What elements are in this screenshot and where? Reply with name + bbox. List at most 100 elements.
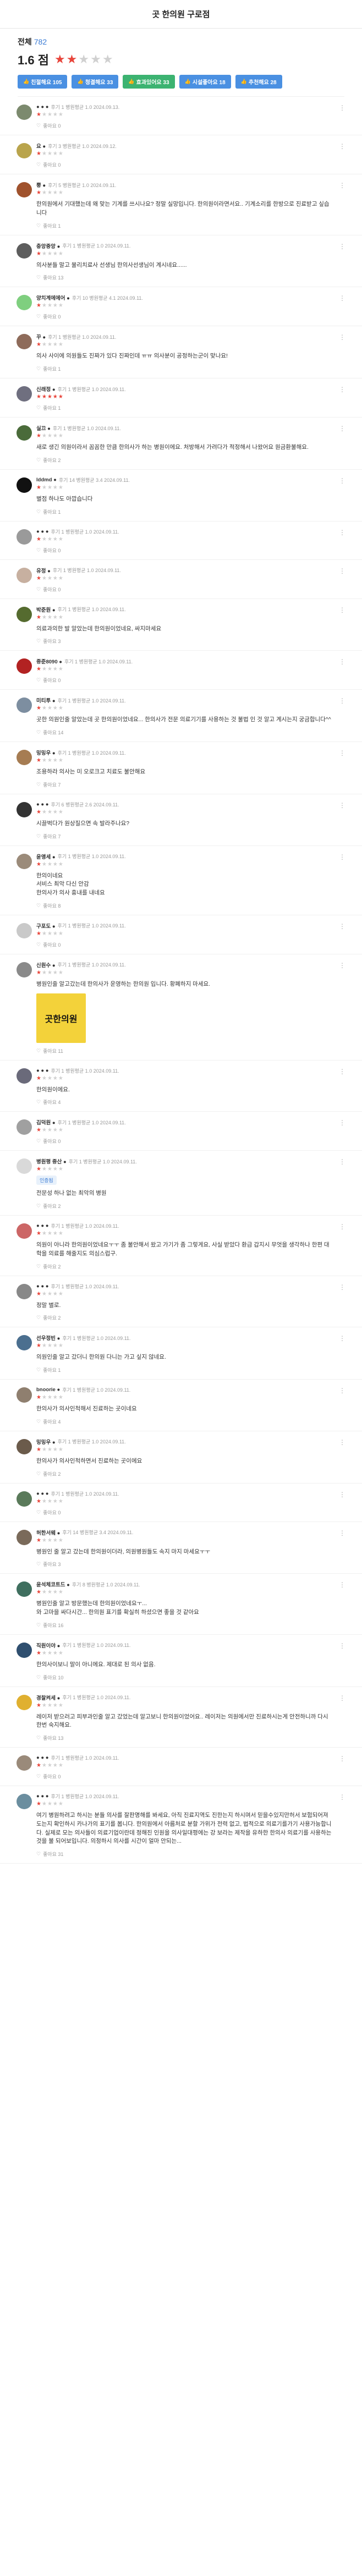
more-options-icon[interactable]: ⋮ xyxy=(339,1335,345,1342)
reviewer-name[interactable]: 실끄 ● xyxy=(36,424,51,432)
like-button[interactable]: ♡ 좋아요 0 xyxy=(36,1509,332,1516)
like-button[interactable]: ♡ 좋아요 7 xyxy=(36,833,332,840)
reviewer-name[interactable]: 뿡 ● xyxy=(36,181,46,189)
like-button[interactable]: ♡ 좋아요 2 xyxy=(36,457,332,464)
more-options-icon[interactable]: ⋮ xyxy=(339,1695,345,1701)
like-button[interactable]: ♡ 좋아요 0 xyxy=(36,122,332,129)
avatar[interactable] xyxy=(17,922,32,938)
more-options-icon[interactable]: ⋮ xyxy=(339,1119,345,1126)
avatar[interactable] xyxy=(17,1387,32,1403)
filter-chip[interactable]: 👍 청결해요 33 xyxy=(72,75,119,89)
like-button[interactable]: ♡ 좋아요 1 xyxy=(36,222,332,229)
more-options-icon[interactable]: ⋮ xyxy=(339,1068,345,1075)
like-button[interactable]: ♡ 좋아요 1 xyxy=(36,1366,332,1374)
avatar[interactable] xyxy=(17,1119,32,1135)
reviewer-name[interactable]: 꾸 ● xyxy=(36,333,46,340)
reviewer-name[interactable]: ● ● ● xyxy=(36,1755,49,1761)
more-options-icon[interactable]: ⋮ xyxy=(339,334,345,340)
like-button[interactable]: ♡ 좋아요 13 xyxy=(36,1734,332,1742)
like-button[interactable]: ♡ 좋아요 10 xyxy=(36,1674,332,1681)
more-options-icon[interactable]: ⋮ xyxy=(339,1158,345,1165)
like-button[interactable]: ♡ 좋아요 7 xyxy=(36,781,332,788)
more-options-icon[interactable]: ⋮ xyxy=(339,1223,345,1230)
review-photo[interactable]: 곳한의원 xyxy=(36,993,86,1043)
more-options-icon[interactable]: ⋮ xyxy=(339,1581,345,1588)
reviewer-name[interactable]: 경찰켜세 ● xyxy=(36,1694,60,1701)
filter-chip[interactable]: 👍 시설좋아요 18 xyxy=(179,75,231,89)
like-button[interactable]: ♡ 좋아요 0 xyxy=(36,547,332,554)
avatar[interactable] xyxy=(17,1158,32,1174)
like-button[interactable]: ♡ 좋아요 0 xyxy=(36,313,332,320)
more-options-icon[interactable]: ⋮ xyxy=(339,243,345,250)
avatar[interactable] xyxy=(17,386,32,402)
avatar[interactable] xyxy=(17,529,32,545)
like-button[interactable]: ♡ 좋아요 0 xyxy=(36,1138,332,1145)
like-button[interactable]: ♡ 좋아요 0 xyxy=(36,941,332,948)
avatar[interactable] xyxy=(17,477,32,493)
more-options-icon[interactable]: ⋮ xyxy=(339,750,345,756)
avatar[interactable] xyxy=(17,697,32,713)
reviewer-name[interactable]: 신래정 ● xyxy=(36,385,56,393)
avatar[interactable] xyxy=(17,243,32,259)
avatar[interactable] xyxy=(17,182,32,197)
avatar[interactable] xyxy=(17,1283,32,1299)
like-button[interactable]: ♡ 좋아요 4 xyxy=(36,1418,332,1425)
more-options-icon[interactable]: ⋮ xyxy=(339,425,345,432)
reviewer-name[interactable]: ● ● ● xyxy=(36,1793,49,1799)
more-options-icon[interactable]: ⋮ xyxy=(339,658,345,665)
like-button[interactable]: ♡ 좋아요 3 xyxy=(36,638,332,645)
avatar[interactable] xyxy=(17,1529,32,1545)
avatar[interactable] xyxy=(17,1491,32,1507)
more-options-icon[interactable]: ⋮ xyxy=(339,477,345,484)
filter-chip[interactable]: 👍 친절해요 105 xyxy=(18,75,68,89)
filter-chip[interactable]: 👍 추천해요 28 xyxy=(235,75,282,89)
avatar[interactable] xyxy=(17,425,32,441)
more-options-icon[interactable]: ⋮ xyxy=(339,802,345,809)
avatar[interactable] xyxy=(17,1694,32,1710)
like-button[interactable]: ♡ 좋아요 1 xyxy=(36,508,332,515)
more-options-icon[interactable]: ⋮ xyxy=(339,143,345,150)
like-button[interactable]: ♡ 좋아요 8 xyxy=(36,902,332,909)
reviewer-name[interactable]: 윤앵세 ● xyxy=(36,853,56,860)
like-button[interactable]: ♡ 좋아요 0 xyxy=(36,161,332,168)
avatar[interactable] xyxy=(17,962,32,977)
avatar[interactable] xyxy=(17,105,32,120)
avatar[interactable] xyxy=(17,853,32,869)
avatar[interactable] xyxy=(17,1438,32,1454)
reviewer-name[interactable]: bnoorie ● xyxy=(36,1387,60,1393)
like-button[interactable]: ♡ 좋아요 1 xyxy=(36,365,332,372)
like-button[interactable]: ♡ 좋아요 31 xyxy=(36,1850,332,1858)
reviewer-name[interactable]: 유정 ● xyxy=(36,567,51,574)
like-button[interactable]: ♡ 좋아요 14 xyxy=(36,729,332,736)
like-button[interactable]: ♡ 좋아요 1 xyxy=(36,404,332,411)
reviewer-name[interactable]: 구포도 ● xyxy=(36,922,56,930)
like-button[interactable]: ♡ 좋아요 2 xyxy=(36,1263,332,1270)
reviewer-name[interactable]: 선우정빈 ● xyxy=(36,1334,60,1342)
more-options-icon[interactable]: ⋮ xyxy=(339,697,345,704)
filter-chip[interactable]: 👍 효과있어요 33 xyxy=(123,75,175,89)
more-options-icon[interactable]: ⋮ xyxy=(339,1643,345,1649)
reviewer-name[interactable]: 병원평 중산 ● xyxy=(36,1157,67,1165)
more-options-icon[interactable]: ⋮ xyxy=(339,529,345,536)
avatar[interactable] xyxy=(17,143,32,158)
like-button[interactable]: ♡ 좋아요 0 xyxy=(36,586,332,593)
avatar[interactable] xyxy=(17,295,32,311)
avatar[interactable] xyxy=(17,1335,32,1351)
more-options-icon[interactable]: ⋮ xyxy=(339,1284,345,1290)
avatar[interactable] xyxy=(17,567,32,583)
avatar[interactable] xyxy=(17,1755,32,1771)
like-button[interactable]: ♡ 좋아요 4 xyxy=(36,1098,332,1106)
like-button[interactable]: ♡ 좋아요 0 xyxy=(36,1773,332,1780)
reviewer-name[interactable]: ● ● ● xyxy=(36,1223,49,1229)
reviewer-name[interactable]: 직원이야 ● xyxy=(36,1641,60,1649)
more-options-icon[interactable]: ⋮ xyxy=(339,962,345,969)
avatar[interactable] xyxy=(17,1223,32,1239)
like-button[interactable]: ♡ 좋아요 2 xyxy=(36,1470,332,1478)
like-button[interactable]: ♡ 좋아요 11 xyxy=(36,1047,332,1054)
reviewer-name[interactable]: lddmd ● xyxy=(36,477,57,483)
avatar[interactable] xyxy=(17,1581,32,1597)
reviewer-name[interactable]: ● ● ● xyxy=(36,1068,49,1074)
more-options-icon[interactable]: ⋮ xyxy=(339,568,345,574)
avatar[interactable] xyxy=(17,606,32,622)
reviewer-name[interactable]: ● ● ● xyxy=(36,104,49,110)
